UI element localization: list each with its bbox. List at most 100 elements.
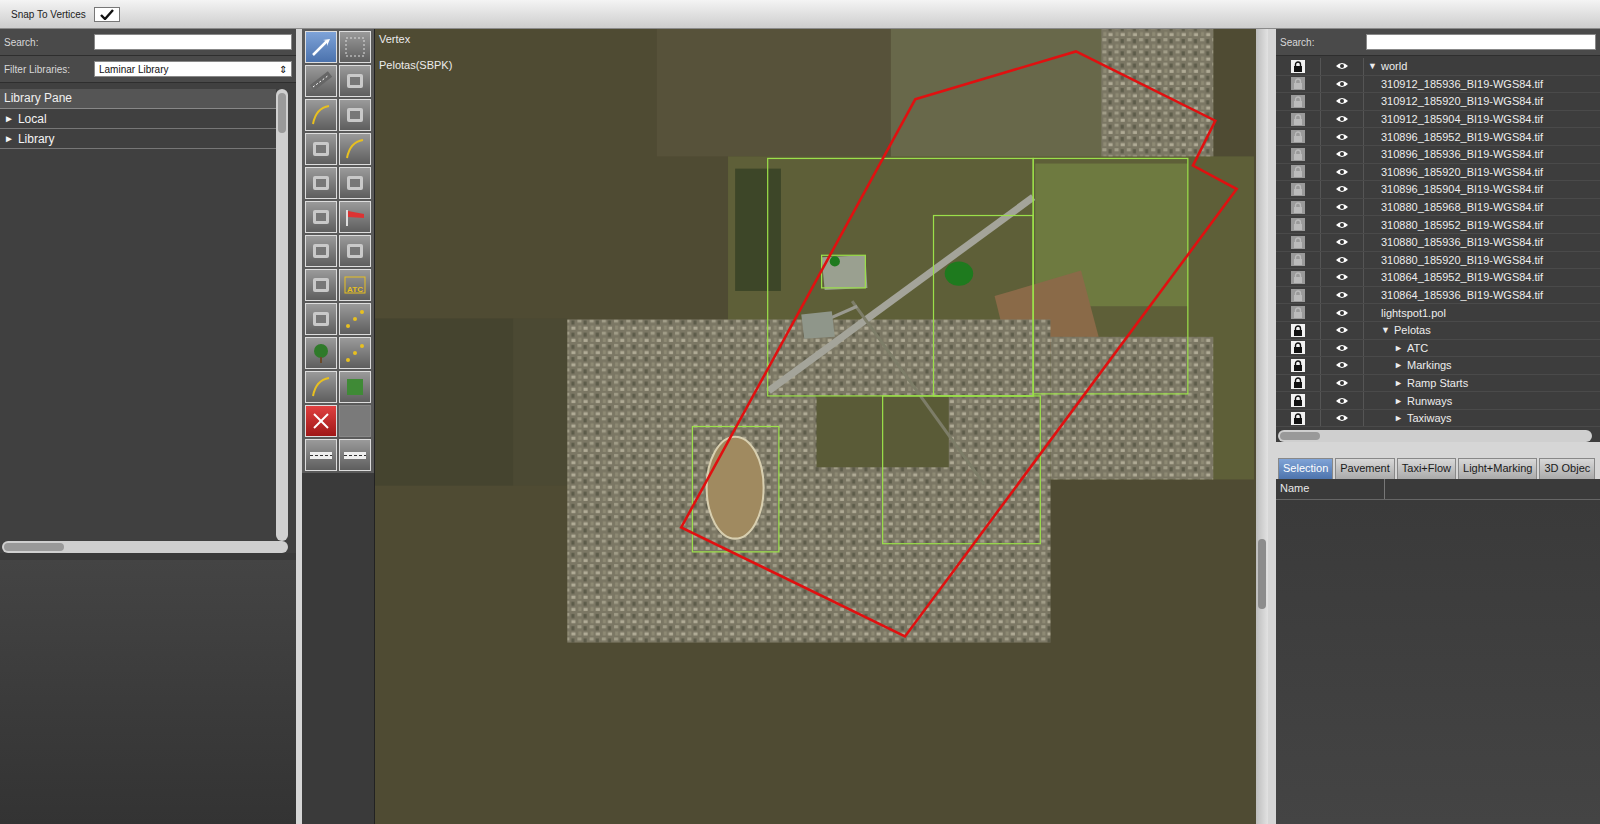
lock-toggle[interactable] xyxy=(1291,306,1305,319)
eye-icon[interactable] xyxy=(1335,308,1349,318)
eye-icon[interactable] xyxy=(1335,378,1349,388)
lock-toggle[interactable] xyxy=(1291,253,1305,266)
panel-divider[interactable] xyxy=(1268,29,1276,824)
lock-toggle[interactable] xyxy=(1291,201,1305,214)
eye-icon[interactable] xyxy=(1335,132,1349,142)
hierarchy-hscrollbar[interactable] xyxy=(1278,430,1592,442)
eye-icon[interactable] xyxy=(1335,290,1349,300)
tool-button[interactable] xyxy=(305,303,337,335)
eye-icon[interactable] xyxy=(1335,184,1349,194)
expand-arrow-icon[interactable]: ▼ xyxy=(1381,325,1391,335)
expand-arrow-icon[interactable]: ► xyxy=(1394,396,1404,406)
hierarchy-row[interactable]: 310896_185936_BI19-WGS84.tif xyxy=(1276,146,1600,164)
snap-checkbox[interactable] xyxy=(94,7,120,22)
tool-button[interactable] xyxy=(305,201,337,233)
tool-button[interactable] xyxy=(305,65,337,97)
lock-toggle[interactable] xyxy=(1291,412,1305,425)
expand-arrow-icon[interactable]: ► xyxy=(1394,413,1404,423)
hierarchy-row[interactable]: 310912_185904_BI19-WGS84.tif xyxy=(1276,111,1600,129)
lock-toggle[interactable] xyxy=(1291,165,1305,178)
eye-icon[interactable] xyxy=(1335,202,1349,212)
tool-button[interactable] xyxy=(339,337,371,369)
hierarchy-row[interactable]: 310896_185952_BI19-WGS84.tif xyxy=(1276,128,1600,146)
hierarchy-row[interactable]: 310880_185936_BI19-WGS84.tif xyxy=(1276,234,1600,252)
expand-arrow-icon[interactable]: ► xyxy=(4,113,14,124)
tool-button[interactable] xyxy=(305,235,337,267)
tool-button[interactable] xyxy=(305,167,337,199)
hierarchy-row[interactable]: ►Markings xyxy=(1276,357,1600,375)
expand-arrow-icon[interactable]: ► xyxy=(1394,343,1404,353)
hierarchy-row[interactable]: ►Runways xyxy=(1276,392,1600,410)
eye-icon[interactable] xyxy=(1335,396,1349,406)
tool-button[interactable] xyxy=(339,235,371,267)
eye-icon[interactable] xyxy=(1335,325,1349,335)
lock-toggle[interactable] xyxy=(1291,113,1305,126)
hierarchy-row[interactable]: 310912_185920_BI19-WGS84.tif xyxy=(1276,93,1600,111)
hierarchy-row[interactable]: ▼world xyxy=(1276,58,1600,76)
lock-toggle[interactable] xyxy=(1291,394,1305,407)
hierarchy-row[interactable]: 310864_185952_BI19-WGS84.tif xyxy=(1276,269,1600,287)
hierarchy-row[interactable]: ►ATC xyxy=(1276,340,1600,358)
tool-button[interactable] xyxy=(339,201,371,233)
tab[interactable]: Pavement xyxy=(1335,458,1395,479)
lock-toggle[interactable] xyxy=(1291,130,1305,143)
lock-toggle[interactable] xyxy=(1291,359,1305,372)
eye-icon[interactable] xyxy=(1335,79,1349,89)
hierarchy-row[interactable]: 310880_185952_BI19-WGS84.tif xyxy=(1276,216,1600,234)
tab[interactable]: Taxi+Flow xyxy=(1397,458,1456,479)
tool-button[interactable] xyxy=(339,371,371,403)
lock-toggle[interactable] xyxy=(1291,341,1305,354)
tool-button[interactable] xyxy=(305,31,337,63)
lock-toggle[interactable] xyxy=(1291,183,1305,196)
tool-button[interactable] xyxy=(339,99,371,131)
lock-toggle[interactable] xyxy=(1291,324,1305,337)
satellite-map[interactable] xyxy=(375,29,1256,824)
tool-button[interactable]: ATC xyxy=(339,269,371,301)
hierarchy-row[interactable]: 310864_185936_BI19-WGS84.tif xyxy=(1276,287,1600,305)
hierarchy-search-input[interactable] xyxy=(1366,34,1596,50)
tool-button[interactable] xyxy=(339,167,371,199)
eye-icon[interactable] xyxy=(1335,149,1349,159)
hierarchy-row[interactable]: 310896_185904_BI19-WGS84.tif xyxy=(1276,181,1600,199)
lock-toggle[interactable] xyxy=(1291,77,1305,90)
tool-button[interactable] xyxy=(305,133,337,165)
expand-arrow-icon[interactable]: ► xyxy=(4,133,14,144)
eye-icon[interactable] xyxy=(1335,255,1349,265)
tool-button[interactable] xyxy=(339,31,371,63)
eye-icon[interactable] xyxy=(1335,61,1349,71)
hierarchy-row[interactable]: lightspot1.pol xyxy=(1276,304,1600,322)
hierarchy-row[interactable]: ▼Pelotas xyxy=(1276,322,1600,340)
expand-arrow-icon[interactable]: ► xyxy=(1394,360,1404,370)
lock-toggle[interactable] xyxy=(1291,60,1305,73)
library-item[interactable]: ►Library xyxy=(0,129,276,149)
lock-toggle[interactable] xyxy=(1291,95,1305,108)
library-search-input[interactable] xyxy=(94,34,292,50)
hierarchy-row[interactable]: 310880_185968_BI19-WGS84.tif xyxy=(1276,199,1600,217)
library-item[interactable]: ►Local xyxy=(0,109,276,129)
tool-button[interactable] xyxy=(305,99,337,131)
hierarchy-row[interactable]: ►Taxiways xyxy=(1276,410,1600,428)
lock-toggle[interactable] xyxy=(1291,289,1305,302)
eye-icon[interactable] xyxy=(1335,237,1349,247)
lock-toggle[interactable] xyxy=(1291,376,1305,389)
tool-button[interactable] xyxy=(305,405,337,437)
filter-dropdown[interactable]: Laminar Library⇕ xyxy=(94,61,292,77)
tool-button[interactable] xyxy=(339,133,371,165)
lock-toggle[interactable] xyxy=(1291,148,1305,161)
eye-icon[interactable] xyxy=(1335,220,1349,230)
library-hscrollbar[interactable] xyxy=(2,541,288,553)
tool-button[interactable] xyxy=(305,337,337,369)
tool-button[interactable] xyxy=(305,371,337,403)
eye-icon[interactable] xyxy=(1335,96,1349,106)
eye-icon[interactable] xyxy=(1335,413,1349,423)
expand-arrow-icon[interactable]: ▼ xyxy=(1368,61,1378,71)
eye-icon[interactable] xyxy=(1335,360,1349,370)
lock-toggle[interactable] xyxy=(1291,271,1305,284)
lock-toggle[interactable] xyxy=(1291,236,1305,249)
tab[interactable]: 3D Objec xyxy=(1539,458,1595,479)
map-view[interactable]: VertexPelotas(SBPK) xyxy=(375,29,1256,824)
tool-button[interactable] xyxy=(339,439,371,471)
eye-icon[interactable] xyxy=(1335,272,1349,282)
eye-icon[interactable] xyxy=(1335,167,1349,177)
hierarchy-row[interactable]: ►Ramp Starts xyxy=(1276,375,1600,393)
